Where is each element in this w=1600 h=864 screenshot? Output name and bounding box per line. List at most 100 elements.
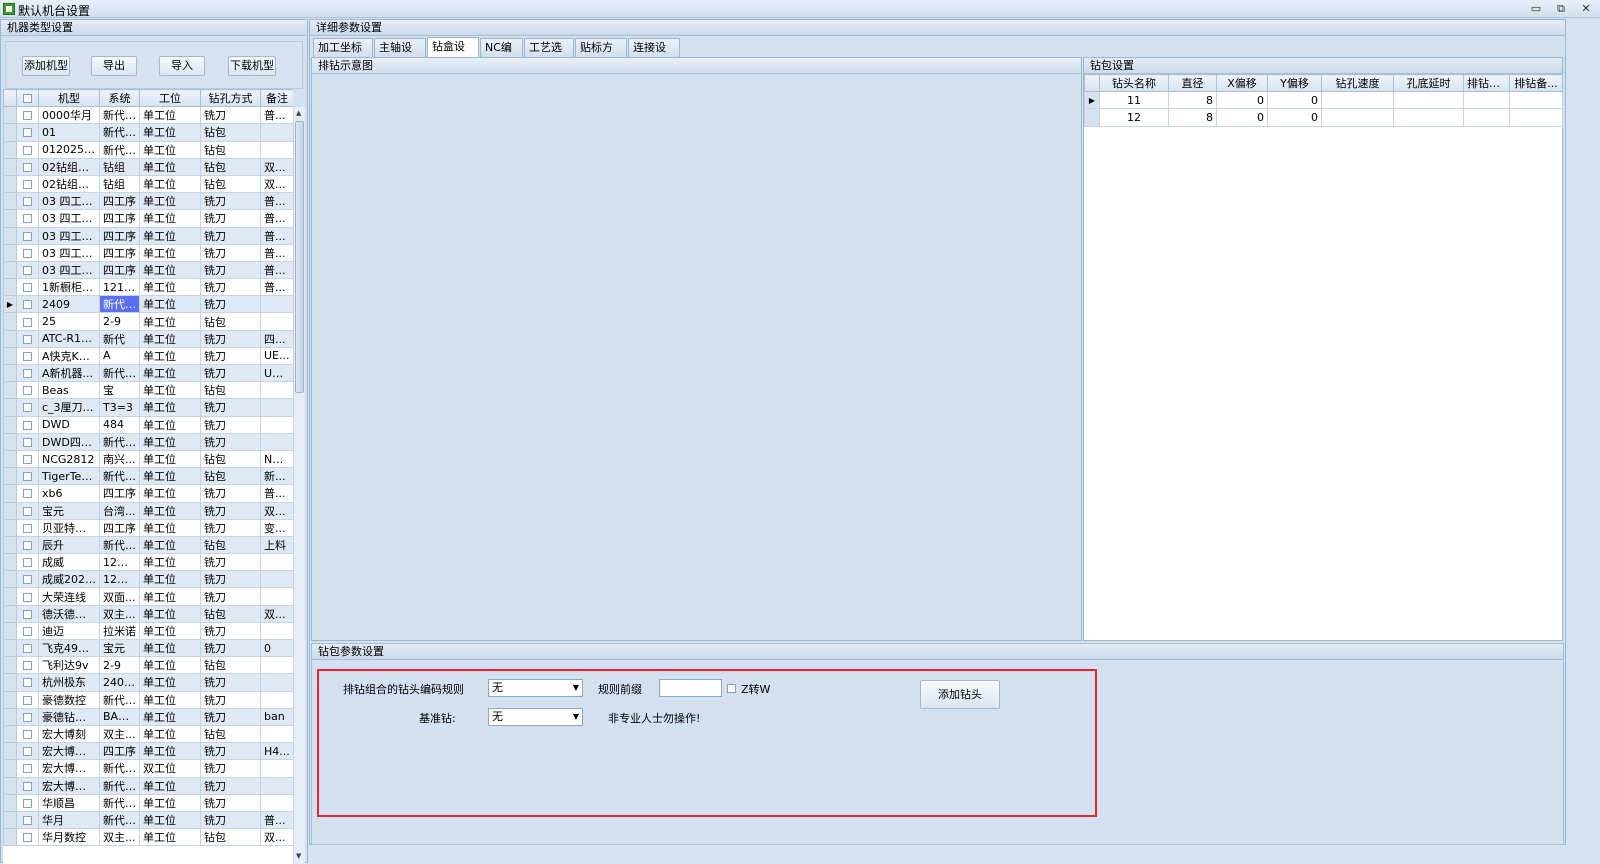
cell-system[interactable]: 双面...: [99, 587, 140, 606]
cell-model[interactable]: 0120250...: [38, 140, 100, 159]
cell-gang-compensation[interactable]: [1463, 91, 1510, 110]
tab-nc-edit[interactable]: NC编辑: [480, 38, 523, 72]
column-header-drill-mode[interactable]: 钻孔方式: [200, 89, 261, 108]
cell-remark[interactable]: [260, 398, 293, 417]
cell-system[interactable]: 拉米诺: [99, 621, 140, 641]
cell-model[interactable]: 03 四工序...: [38, 260, 100, 280]
cell-drill-mode[interactable]: 钻包: [200, 449, 261, 469]
cell-system[interactable]: 双主...: [99, 828, 140, 847]
cell-model[interactable]: DWD: [38, 415, 100, 434]
cell-drill-mode[interactable]: 铣刀: [200, 553, 261, 572]
machine-table-scrollbar[interactable]: ▲ ▼: [293, 107, 305, 864]
current-row-indicator-icon[interactable]: ▶: [3, 295, 17, 314]
row-header[interactable]: [3, 553, 17, 572]
base-drill-select[interactable]: 无 ▼: [488, 708, 583, 726]
cell-model[interactable]: 成威: [38, 553, 100, 572]
row-header[interactable]: [3, 501, 17, 520]
row-checkbox[interactable]: [16, 415, 39, 434]
row-checkbox[interactable]: [16, 673, 39, 692]
cell-remark[interactable]: 新...: [260, 467, 293, 486]
row-header[interactable]: [3, 638, 17, 658]
row-checkbox[interactable]: [16, 535, 39, 555]
export-button[interactable]: 导出: [91, 56, 137, 76]
table-row[interactable]: A快克KE4... A 单工位 铣刀 UE...: [3, 346, 293, 366]
table-row[interactable]: 宝元 台湾... 单工位 铣刀 双...: [3, 501, 293, 520]
cell-station[interactable]: 单工位: [139, 810, 201, 830]
column-header-drill-speed[interactable]: 钻孔速度: [1321, 73, 1394, 93]
cell-system[interactable]: A: [99, 346, 140, 366]
table-row[interactable]: 成威 12刀... 单工位 铣刀: [3, 553, 293, 572]
table-row[interactable]: 03 四工序... 四工序 单工位 铣刀 普...: [3, 209, 293, 228]
table-row[interactable]: 华月数控 双主... 单工位 钻包 双...: [3, 828, 293, 847]
cell-drill-mode[interactable]: 铣刀: [200, 742, 261, 761]
cell-station[interactable]: 单工位: [139, 209, 201, 228]
row-header[interactable]: [3, 243, 17, 262]
cell-remark[interactable]: UE...: [260, 346, 293, 366]
column-header-diameter[interactable]: 直径: [1168, 73, 1217, 93]
row-header[interactable]: [3, 174, 17, 194]
cell-station[interactable]: 单工位: [139, 673, 201, 692]
cell-remark[interactable]: 普...: [260, 106, 293, 125]
column-header-x-offset[interactable]: X偏移: [1216, 73, 1268, 93]
row-header[interactable]: [3, 260, 17, 280]
cell-system[interactable]: 钻组: [99, 174, 140, 194]
cell-station[interactable]: 单工位: [139, 690, 201, 709]
row-checkbox[interactable]: [16, 742, 39, 761]
row-header[interactable]: [3, 518, 17, 537]
row-header[interactable]: [3, 432, 17, 451]
cell-remark[interactable]: 普...: [260, 278, 293, 297]
cell-remark[interactable]: 双...: [260, 604, 293, 623]
cell-station[interactable]: 单工位: [139, 243, 201, 262]
table-row[interactable]: 大荣连线 双面... 单工位 铣刀: [3, 587, 293, 606]
table-row[interactable]: 豪德钻切... BAN... 单工位 铣刀 ban: [3, 707, 293, 726]
row-checkbox[interactable]: [16, 621, 39, 641]
cell-remark[interactable]: [260, 776, 293, 795]
row-checkbox[interactable]: [16, 518, 39, 537]
cell-remark[interactable]: [260, 724, 293, 744]
cell-system[interactable]: 四工序: [99, 243, 140, 262]
table-row[interactable]: 02钻组示... 钻组 单工位 钻包 双...: [3, 174, 293, 194]
table-row[interactable]: 1新橱柜隐... 12121 单工位 铣刀 普...: [3, 278, 293, 297]
cell-model[interactable]: 25: [38, 312, 100, 331]
add-drill-button[interactable]: 添加钻头: [920, 680, 1000, 709]
cell-model[interactable]: 宝元: [38, 501, 100, 520]
row-header[interactable]: [3, 449, 17, 469]
cell-drill-mode[interactable]: 钻包: [200, 312, 261, 331]
row-header[interactable]: [3, 604, 17, 623]
cell-drill-mode[interactable]: 铣刀: [200, 398, 261, 417]
row-header[interactable]: [3, 587, 17, 606]
table-row[interactable]: xb6 四工序 单工位 铣刀 普...: [3, 484, 293, 503]
cell-model[interactable]: 豪德钻切...: [38, 707, 100, 726]
row-checkbox[interactable]: [16, 449, 39, 469]
cell-drill-mode[interactable]: 钻包: [200, 467, 261, 486]
row-header[interactable]: [3, 192, 17, 211]
row-header[interactable]: [3, 673, 17, 692]
cell-station[interactable]: 单工位: [139, 381, 201, 400]
row-header[interactable]: [3, 776, 17, 795]
cell-model[interactable]: NCG2812: [38, 449, 100, 469]
cell-drill-speed[interactable]: [1321, 91, 1394, 110]
restore-button[interactable]: ⧉: [1550, 1, 1572, 17]
cell-system[interactable]: 新代01: [99, 776, 140, 795]
cell-diameter[interactable]: 8: [1168, 91, 1217, 110]
row-checkbox[interactable]: [16, 346, 39, 366]
cell-drill-mode[interactable]: 钻包: [200, 381, 261, 400]
cell-model[interactable]: DWD四工序: [38, 432, 100, 451]
cell-station[interactable]: 单工位: [139, 260, 201, 280]
table-row[interactable]: 03 四工序... 四工序 单工位 铣刀 普...: [3, 243, 293, 262]
cell-system[interactable]: 新代: [99, 329, 140, 348]
cell-model[interactable]: 飞克49尺...: [38, 638, 100, 658]
cell-remark[interactable]: [260, 690, 293, 709]
cell-drill-mode[interactable]: 铣刀: [200, 484, 261, 503]
row-checkbox[interactable]: [16, 381, 39, 400]
cell-drill-mode[interactable]: 钻包: [200, 724, 261, 744]
row-checkbox[interactable]: [16, 312, 39, 331]
table-row[interactable]: 02钻组示例 钻组 单工位 钻包 双...: [3, 157, 293, 176]
cell-remark[interactable]: [260, 587, 293, 606]
cell-drill-mode[interactable]: 铣刀: [200, 690, 261, 709]
table-row[interactable]: 华月 新代01 单工位 铣刀 普...: [3, 810, 293, 830]
cell-remark[interactable]: [260, 381, 293, 400]
row-header[interactable]: [3, 690, 17, 709]
row-header[interactable]: [3, 106, 17, 125]
cell-system[interactable]: 12刀...: [99, 553, 140, 572]
